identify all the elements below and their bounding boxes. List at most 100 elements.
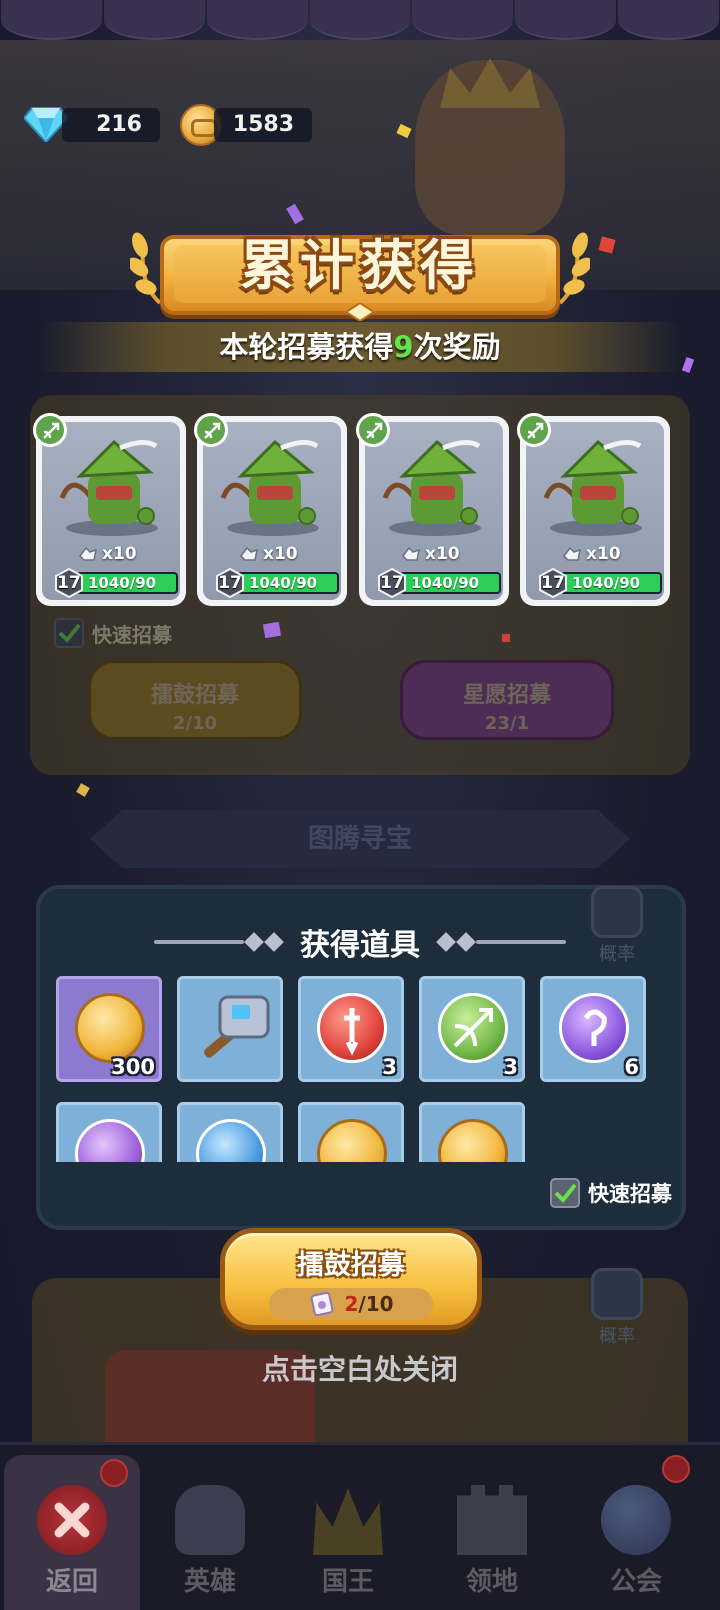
crown-icon — [313, 1488, 383, 1555]
confetti — [76, 783, 90, 797]
item-slot[interactable]: 3 — [419, 976, 525, 1082]
item-reward-grid[interactable]: 300 3 3 6 — [56, 976, 656, 1162]
recruit-cost-total: /10 — [358, 1292, 394, 1316]
nav-guild-label: 公会 — [609, 1567, 662, 1597]
item-slot[interactable] — [419, 1102, 525, 1162]
summary-prefix: 本轮招募获得 — [219, 330, 394, 364]
item-slot[interactable] — [298, 1102, 404, 1162]
reward-title-ribbon: 累计获得 — [130, 215, 590, 321]
hero-shard-progress: 1040/90 — [560, 572, 662, 594]
hero-shard-count: x10 — [562, 542, 621, 566]
hero-shard-progress: 1040/90 — [399, 572, 501, 594]
hero-shard-icon — [402, 546, 420, 561]
nav-heroes[interactable]: 英雄 — [142, 1455, 278, 1610]
hero-level-badge: 17 — [54, 567, 84, 599]
bottom-nav: 返回 英雄 国王 领地 公会 — [0, 1442, 720, 1610]
archer-hero-portrait — [220, 439, 319, 536]
quick-recruit-label: 快速招募 — [588, 1182, 672, 1206]
tap-to-close-hint[interactable]: 点击空白处关闭 — [0, 1348, 720, 1388]
item-slot[interactable]: 3 — [298, 976, 404, 1082]
castle-icon — [457, 1485, 527, 1555]
coin-amount: 1583 — [214, 108, 312, 142]
hero-reward-card[interactable]: x10 17 1040/90 — [356, 413, 509, 606]
hero-shard-count: x10 — [78, 542, 137, 566]
quick-recruit-checkbox[interactable] — [550, 1178, 580, 1208]
hero-level-badge: 17 — [538, 567, 568, 599]
nav-king-label: 国王 — [321, 1567, 374, 1597]
recruit-scroll-icon — [311, 1291, 334, 1317]
planet-icon — [601, 1485, 671, 1555]
purple-rune-orb-icon — [559, 993, 629, 1063]
confetti — [502, 634, 510, 642]
hero-shard-icon — [240, 546, 258, 561]
checkmark-icon — [554, 1183, 577, 1203]
hero-reward-card[interactable]: x10 17 1040/90 — [517, 413, 670, 606]
confetti — [681, 357, 695, 373]
confetti — [262, 621, 282, 639]
gold-coin-icon — [75, 993, 145, 1063]
blue-swirl-orb-icon — [196, 1119, 266, 1162]
item-slot[interactable] — [177, 1102, 283, 1162]
hero-shard-icon — [563, 546, 581, 561]
red-sword-orb-icon — [317, 993, 387, 1063]
nav-back[interactable]: 返回 — [4, 1455, 140, 1610]
hero-shard-count: x10 — [239, 542, 298, 566]
nav-heroes-label: 英雄 — [183, 1567, 236, 1597]
popup-title: 累计获得 — [240, 234, 480, 297]
bg-quick-recruit-checkbox — [54, 618, 84, 648]
title-diamond-ornament-icon — [346, 303, 374, 321]
item-slot[interactable] — [56, 1102, 162, 1162]
reward-summary-banner: 本轮招募获得9次奖励 — [40, 322, 680, 372]
nav-territory[interactable]: 领地 — [424, 1455, 560, 1610]
hero-reward-card[interactable]: x10 17 1040/90 — [33, 413, 186, 606]
items-section-header: 获得道具 — [150, 922, 570, 963]
hero-level-badge: 17 — [215, 567, 245, 599]
green-bow-orb-icon — [438, 993, 508, 1063]
hero-shard-icon — [79, 546, 97, 561]
curtain-decoration — [0, 0, 720, 40]
hero-level-bar: 17 1040/90 — [538, 567, 662, 599]
coin-counter: 1583 — [214, 107, 312, 143]
summary-count: 9 — [393, 330, 414, 364]
hero-shard-count: x10 — [401, 542, 460, 566]
bg-rate-button-2: 概率 — [584, 1268, 650, 1347]
nav-territory-label: 领地 — [465, 1567, 518, 1597]
purple-emblem-orb-icon — [75, 1119, 145, 1162]
gem-counter: 216 — [62, 107, 160, 143]
hero-reward-card[interactable]: x10 17 1040/90 — [194, 413, 347, 606]
items-section-title: 获得道具 — [300, 928, 420, 963]
archer-hero-portrait — [382, 439, 481, 536]
totem-treasure-banner: 图腾寻宝 — [90, 810, 630, 868]
notification-dot — [662, 1455, 690, 1483]
hero-level-bar: 17 1040/90 — [215, 567, 339, 599]
nav-guild[interactable]: 公会 — [568, 1455, 704, 1610]
nav-king[interactable]: 国王 — [280, 1455, 416, 1610]
nav-back-label: 返回 — [45, 1567, 98, 1597]
bg-drum-recruit-button: 擂鼓招募 2/10 — [88, 660, 302, 740]
hero-level-bar: 17 1040/90 — [54, 567, 178, 599]
recruit-result-screen[interactable]: 擂鼓招募2/10 星愿招募23/1 图腾寻宝 概率 概率 216 1583 — [0, 0, 720, 1610]
bg-quick-recruit: 快速招募 — [54, 618, 172, 648]
gold-coin-icon — [438, 1119, 508, 1162]
item-slot[interactable]: 6 — [540, 976, 646, 1082]
notification-dot — [100, 1459, 128, 1487]
hammer-icon — [204, 995, 270, 1058]
archer-hero-portrait — [543, 439, 642, 536]
item-slot[interactable]: 300 — [56, 976, 162, 1082]
drum-recruit-label: 擂鼓招募 — [297, 1250, 405, 1281]
bg-star-recruit-button: 星愿招募 23/1 — [400, 660, 614, 740]
drum-recruit-cost: 2/10 — [269, 1288, 433, 1320]
hero-shard-progress: 1040/90 — [76, 572, 178, 594]
archer-hero-portrait — [59, 439, 158, 536]
recruit-cost-used: 2 — [344, 1292, 359, 1316]
item-slot[interactable] — [177, 976, 283, 1082]
hero-level-bar: 17 1040/90 — [377, 567, 501, 599]
close-icon — [37, 1485, 107, 1555]
quick-recruit-toggle[interactable]: 快速招募 — [550, 1176, 672, 1210]
gold-coin-icon — [317, 1119, 387, 1162]
gem-amount: 216 — [62, 108, 160, 142]
drum-recruit-button[interactable]: 擂鼓招募 2/10 — [220, 1228, 482, 1330]
bg-rate-button: 概率 — [584, 886, 650, 965]
helmet-icon — [175, 1485, 245, 1555]
hero-shard-progress: 1040/90 — [237, 572, 339, 594]
